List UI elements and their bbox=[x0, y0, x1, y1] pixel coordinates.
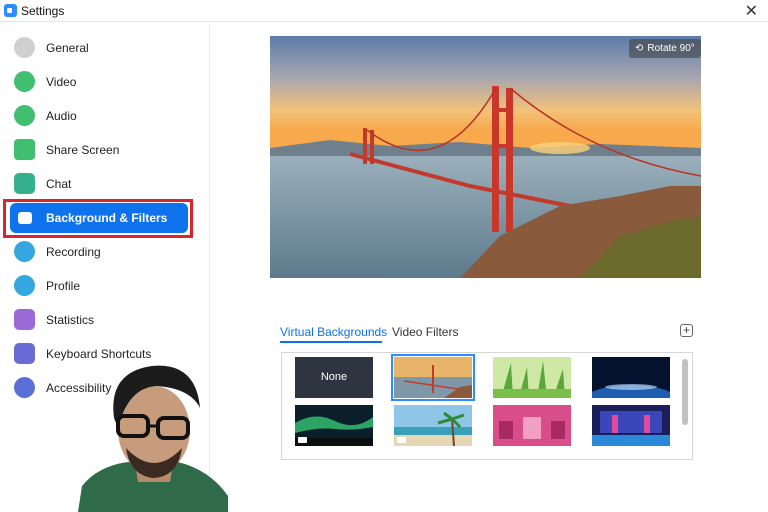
title-bar: Settings ✕ bbox=[0, 0, 768, 22]
sidebar-item-label: Profile bbox=[46, 279, 81, 293]
thumbnail-golden-gate-bridge[interactable] bbox=[391, 354, 475, 401]
thumbnail-pink-room[interactable] bbox=[493, 405, 571, 446]
video-camera-icon bbox=[397, 437, 406, 443]
thumbnail-earth-from-space[interactable] bbox=[592, 357, 670, 398]
zoom-app-icon bbox=[4, 4, 17, 17]
sidebar-item-label: Chat bbox=[46, 177, 72, 191]
keyboard-icon bbox=[14, 343, 35, 364]
share-screen-icon bbox=[14, 139, 35, 160]
sidebar-item-share-screen[interactable]: Share Screen bbox=[10, 135, 188, 165]
sidebar-item-label: Video bbox=[46, 75, 77, 89]
tab-video-filters[interactable]: Video Filters bbox=[392, 325, 458, 339]
thumbnail-aurora[interactable] bbox=[295, 405, 373, 446]
sidebar-item-label: Share Screen bbox=[46, 143, 120, 157]
thumbnail-none[interactable]: None bbox=[295, 357, 373, 398]
video-camera-icon bbox=[14, 71, 35, 92]
sidebar-item-video[interactable]: Video bbox=[10, 67, 188, 97]
tab-virtual-backgrounds[interactable]: Virtual Backgrounds bbox=[280, 325, 387, 339]
active-tab-indicator bbox=[280, 341, 382, 343]
close-icon[interactable]: ✕ bbox=[745, 1, 758, 21]
rotate-button[interactable]: ⟲ Rotate 90° bbox=[629, 39, 701, 58]
sidebar-item-profile[interactable]: Profile bbox=[10, 271, 188, 301]
sidebar-item-general[interactable]: General bbox=[10, 33, 188, 63]
rotate-icon: ⟲ bbox=[635, 43, 644, 54]
thumbnail-scrollbar[interactable] bbox=[682, 359, 688, 425]
gear-icon bbox=[14, 37, 35, 58]
video-camera-icon bbox=[298, 437, 307, 443]
sidebar-item-audio[interactable]: Audio bbox=[10, 101, 188, 131]
profile-icon bbox=[14, 275, 35, 296]
record-icon bbox=[14, 241, 35, 262]
thumbnail-grass[interactable] bbox=[493, 357, 571, 398]
sidebar-item-label: Recording bbox=[46, 245, 101, 259]
sidebar-item-statistics[interactable]: Statistics bbox=[10, 305, 188, 335]
thumbnail-stage[interactable] bbox=[592, 405, 670, 446]
window-title: Settings bbox=[21, 4, 65, 18]
golden-gate-bridge-image bbox=[270, 36, 701, 278]
headphones-icon bbox=[14, 105, 35, 126]
plus-icon[interactable]: + bbox=[680, 324, 693, 337]
background-thumbnail-grid: None bbox=[281, 352, 693, 460]
chat-icon bbox=[14, 173, 35, 194]
sidebar-item-recording[interactable]: Recording bbox=[10, 237, 188, 267]
person-image bbox=[78, 358, 228, 512]
sidebar-item-chat[interactable]: Chat bbox=[10, 169, 188, 199]
highlight-annotation bbox=[3, 199, 193, 238]
sidebar-item-label: Statistics bbox=[46, 313, 95, 327]
rotate-label: Rotate 90° bbox=[647, 43, 695, 54]
sidebar-item-label: Audio bbox=[46, 109, 77, 123]
thumbnail-beach-palm[interactable] bbox=[394, 405, 472, 446]
sidebar-item-label: General bbox=[46, 41, 89, 55]
background-preview bbox=[270, 36, 701, 278]
accessibility-icon bbox=[14, 377, 35, 398]
statistics-icon bbox=[14, 309, 35, 330]
